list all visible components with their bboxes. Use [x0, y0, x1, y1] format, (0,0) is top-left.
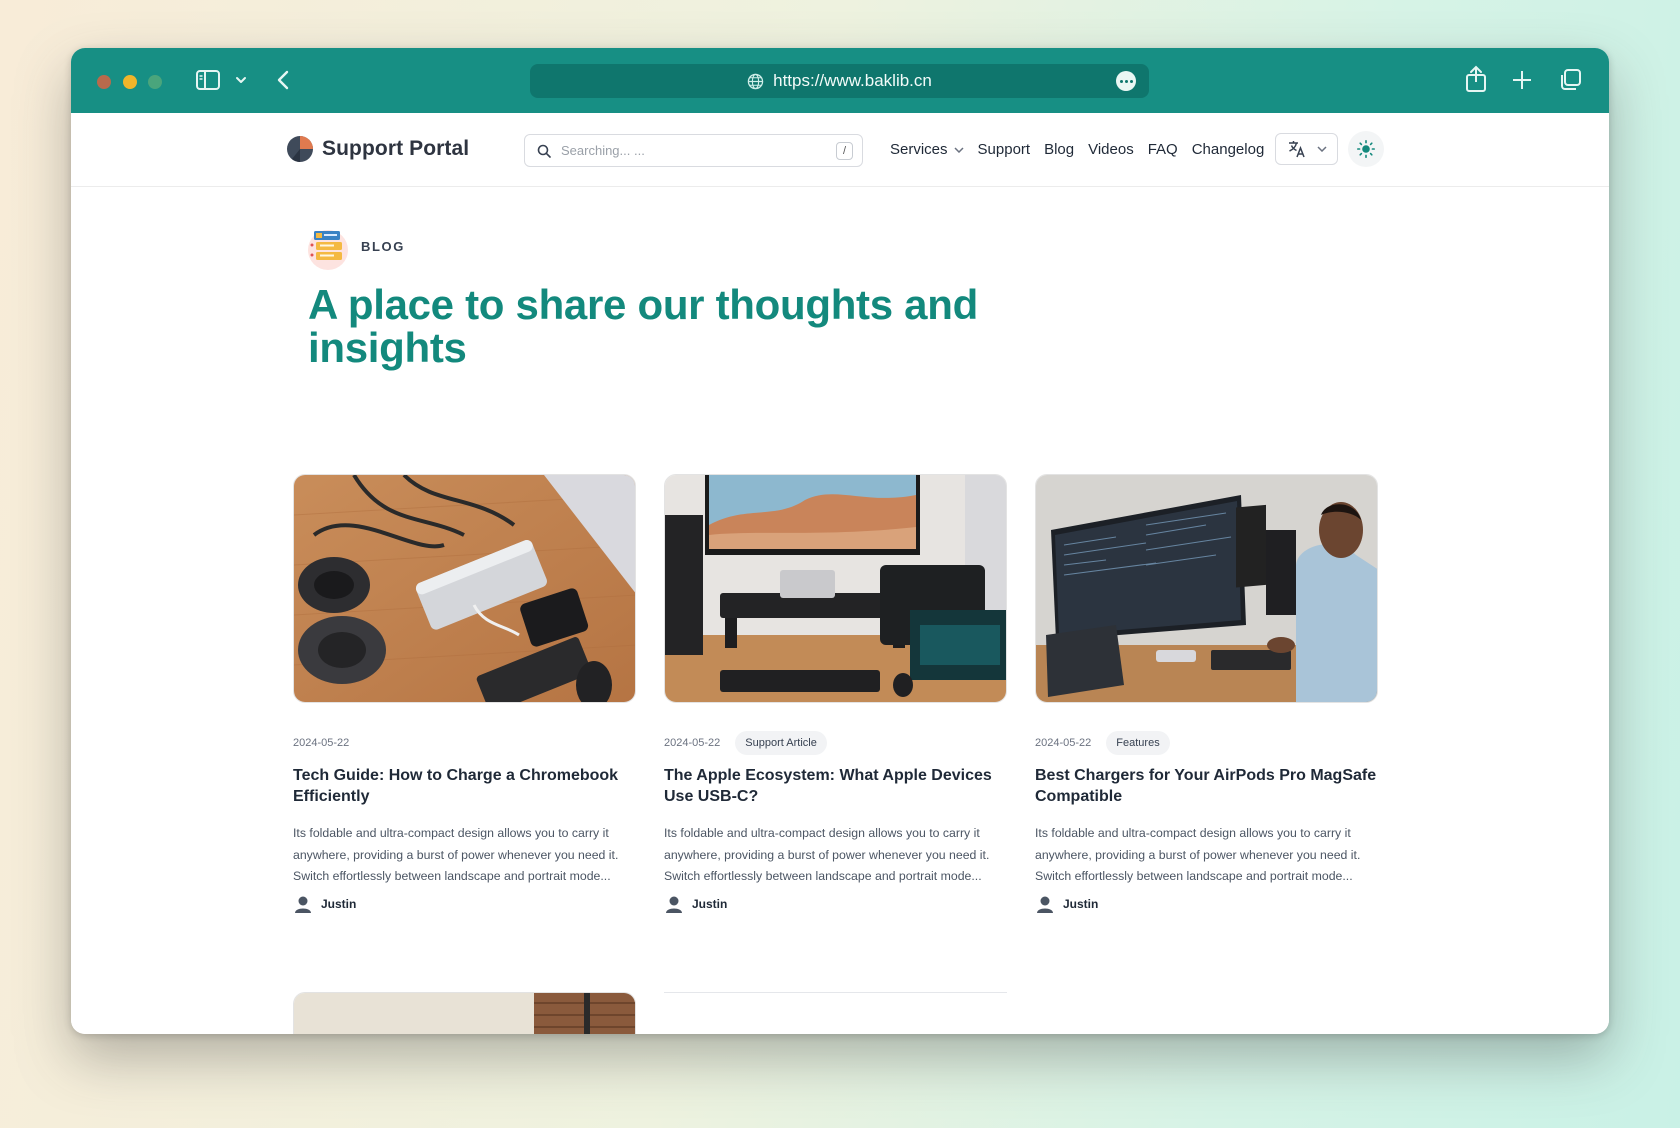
more-options-icon[interactable] — [1116, 71, 1136, 91]
author-name: Justin — [321, 896, 357, 911]
post-title[interactable]: Best Chargers for Your AirPods Pro MagSa… — [1035, 765, 1378, 807]
post-thumbnail[interactable] — [664, 474, 1007, 703]
divider — [664, 992, 1007, 993]
blog-card-partial[interactable] — [293, 992, 636, 1034]
avatar-icon — [295, 896, 311, 913]
brand-name: Support Portal — [322, 137, 470, 160]
browser-window: https://www.baklib.cn Support Portal Sea… — [71, 48, 1609, 1034]
sun-icon — [1357, 140, 1375, 158]
new-tab-icon[interactable] — [1511, 69, 1533, 91]
minimize-window-button[interactable] — [123, 75, 137, 89]
post-author: Justin — [664, 894, 1007, 914]
zoom-window-button[interactable] — [148, 75, 162, 89]
url-text: https://www.baklib.cn — [773, 71, 932, 90]
nav-item-services[interactable]: Services — [890, 141, 964, 158]
avatar-icon — [1037, 896, 1053, 913]
search-placeholder: Searching... ... — [561, 143, 645, 158]
post-excerpt: Its foldable and ultra-compact design al… — [293, 826, 619, 883]
post-thumbnail[interactable] — [293, 474, 636, 703]
nav-item-faq[interactable]: FAQ — [1148, 141, 1178, 158]
site-header: Support Portal Searching... ... / Servic… — [71, 113, 1609, 187]
page-title: A place to share our thoughts and insigh… — [308, 281, 978, 371]
section-eyebrow: BLOG — [361, 239, 405, 254]
web-page: Support Portal Searching... ... / Servic… — [71, 113, 1609, 1034]
nav-item-label: Services — [890, 141, 948, 158]
category-tag[interactable]: Features — [1106, 731, 1170, 755]
post-thumbnail[interactable] — [294, 993, 636, 1034]
sidebar-toggle-icon[interactable] — [195, 69, 221, 91]
post-title[interactable]: The Apple Ecosystem: What Apple Devices … — [664, 765, 1007, 807]
nav-item-videos[interactable]: Videos — [1088, 141, 1134, 158]
share-icon[interactable] — [1464, 64, 1488, 94]
browser-toolbar: https://www.baklib.cn — [71, 48, 1609, 113]
main-nav: Services Support Blog Videos FAQ Changel… — [890, 141, 1278, 158]
search-input[interactable]: Searching... ... / — [524, 134, 863, 167]
chevron-down-icon — [954, 146, 964, 153]
address-bar[interactable]: https://www.baklib.cn — [530, 64, 1149, 98]
post-author: Justin — [1035, 894, 1378, 914]
nav-item-support[interactable]: Support — [978, 141, 1031, 158]
category-tag[interactable]: Support Article — [735, 731, 827, 755]
chevron-down-icon — [1316, 146, 1327, 152]
author-name: Justin — [692, 896, 728, 911]
author-name: Justin — [1063, 896, 1099, 911]
theme-toggle-button[interactable] — [1348, 131, 1384, 167]
post-date: 2024-05-22 — [664, 737, 721, 749]
post-title[interactable]: Tech Guide: How to Charge a Chromebook E… — [293, 765, 636, 807]
post-author: Justin — [293, 894, 636, 914]
close-window-button[interactable] — [97, 75, 111, 89]
back-icon[interactable] — [275, 69, 291, 91]
blog-category-icon — [308, 230, 348, 270]
nav-item-changelog[interactable]: Changelog — [1192, 141, 1265, 158]
language-selector[interactable] — [1275, 133, 1338, 165]
translate-icon — [1288, 141, 1305, 158]
brand-logo-icon — [287, 136, 313, 162]
post-date: 2024-05-22 — [1035, 737, 1092, 749]
globe-icon — [747, 73, 764, 90]
search-icon — [537, 144, 551, 158]
post-date: 2024-05-22 — [293, 737, 350, 749]
blog-card[interactable]: 2024-05-22 Support Article The Apple Eco… — [664, 474, 1007, 914]
nav-item-blog[interactable]: Blog — [1044, 141, 1074, 158]
brand-link[interactable]: Support Portal — [286, 135, 469, 163]
avatar-icon — [666, 896, 682, 913]
post-excerpt: Its foldable and ultra-compact design al… — [664, 826, 990, 883]
post-thumbnail[interactable] — [1035, 474, 1378, 703]
blog-card[interactable]: 2024-05-22 Tech Guide: How to Charge a C… — [293, 474, 636, 914]
search-shortcut-key: / — [836, 142, 853, 160]
tab-overview-icon[interactable] — [1558, 68, 1582, 92]
chevron-down-icon[interactable] — [235, 74, 247, 86]
blog-card[interactable]: 2024-05-22 Features Best Chargers for Yo… — [1035, 474, 1378, 914]
post-excerpt: Its foldable and ultra-compact design al… — [1035, 826, 1361, 883]
